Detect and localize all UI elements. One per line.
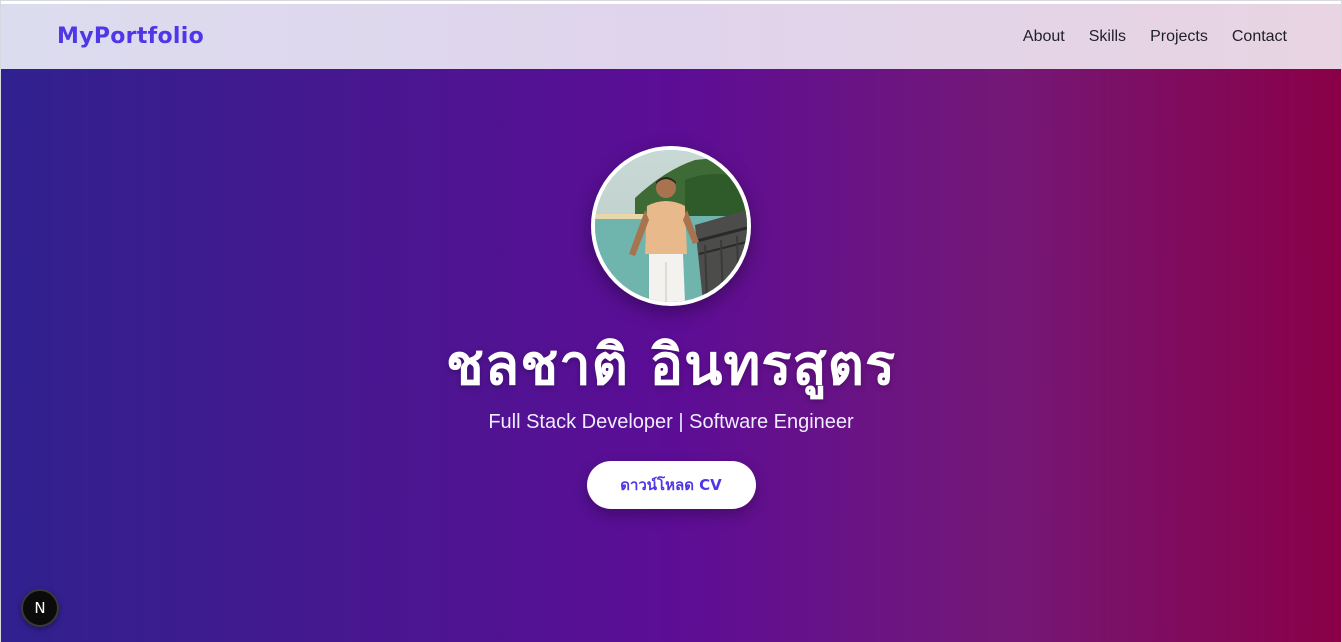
nextjs-dev-indicator-button[interactable]: N	[21, 589, 59, 627]
profile-avatar	[591, 146, 751, 306]
nextjs-logo-icon: N	[34, 599, 46, 617]
brand-logo-link[interactable]: MyPortfolio	[57, 24, 204, 49]
nav-link-skills[interactable]: Skills	[1089, 28, 1126, 46]
nav-link-projects[interactable]: Projects	[1150, 28, 1208, 46]
download-cv-button[interactable]: ดาวน์โหลด CV	[586, 461, 756, 509]
page: MyPortfolio About Skills Projects Contac…	[0, 0, 1342, 642]
nav-link-about[interactable]: About	[1023, 28, 1065, 46]
profile-photo-icon	[595, 150, 747, 302]
hero-subtitle: Full Stack Developer | Software Engineer	[488, 411, 854, 433]
hero-name-heading: ชลชาติ อินทรสูตร	[445, 333, 897, 398]
navbar: MyPortfolio About Skills Projects Contac…	[1, 4, 1341, 69]
nav-link-contact[interactable]: Contact	[1232, 28, 1287, 46]
nav-links: About Skills Projects Contact	[1023, 28, 1287, 46]
hero-section: ชลชาติ อินทรสูตร Full Stack Developer | …	[1, 69, 1341, 642]
